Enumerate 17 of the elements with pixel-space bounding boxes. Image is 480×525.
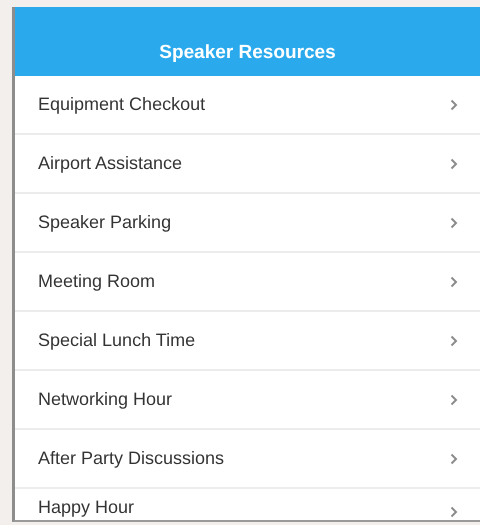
chevron-icon [450, 276, 458, 288]
list-item[interactable]: Meeting Room [15, 253, 480, 312]
list-item[interactable]: Speaker Parking [15, 194, 480, 253]
chevron-icon [450, 452, 458, 464]
chevron-icon [450, 394, 458, 406]
chevron-icon [450, 98, 458, 110]
header-title: Speaker Resources [159, 42, 336, 64]
list-item[interactable]: Airport Assistance [15, 135, 480, 194]
chevron-icon [450, 216, 458, 228]
list-item[interactable]: Networking Hour [15, 371, 480, 430]
list-item[interactable]: Happy Hour [15, 489, 480, 518]
chevron-icon [450, 506, 458, 518]
list-item[interactable]: After Party Discussions [15, 430, 480, 489]
chevron-icon [450, 158, 458, 170]
list-item[interactable]: Equipment Checkout [15, 76, 480, 135]
list-item[interactable]: Special Lunch Time [15, 312, 480, 371]
chevron-icon [450, 334, 458, 346]
